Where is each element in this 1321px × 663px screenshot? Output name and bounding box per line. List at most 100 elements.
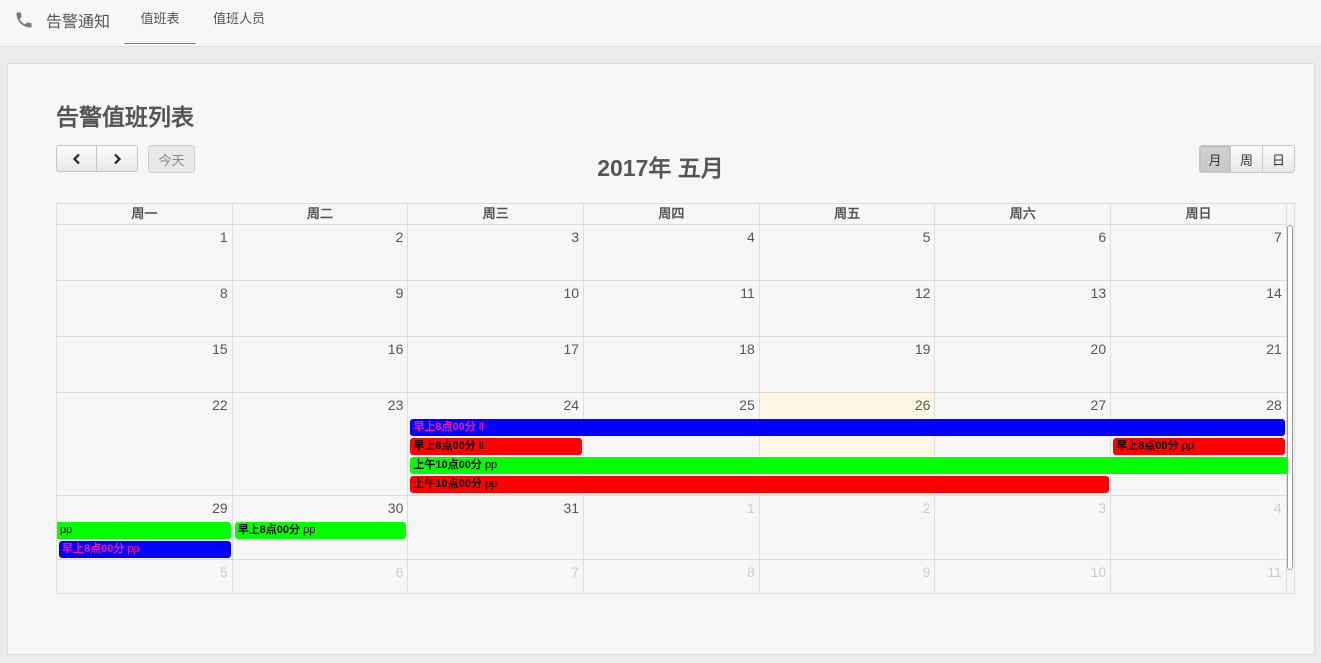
weekday-header-cell: 周五: [760, 204, 936, 224]
day-view-button[interactable]: 日: [1263, 145, 1295, 173]
calendar-day[interactable]: 18: [584, 337, 760, 392]
calendar-day[interactable]: 7: [1111, 225, 1287, 280]
day-number: 3: [1098, 500, 1107, 516]
calendar-event[interactable]: 早上8点00分 ll: [410, 419, 1285, 436]
calendar-day[interactable]: 3: [408, 225, 585, 280]
day-number: 8: [219, 285, 228, 301]
calendar-day[interactable]: 12: [760, 281, 936, 336]
day-number: 26: [914, 397, 931, 413]
calendar-day[interactable]: 31: [408, 496, 585, 559]
calendar-day[interactable]: 21: [1111, 337, 1287, 392]
day-number: 1: [746, 500, 755, 516]
app-title: 告警通知: [46, 14, 111, 31]
calendar-day[interactable]: 9: [760, 560, 936, 593]
calendar-day[interactable]: 13: [935, 281, 1112, 336]
calendar-week-row: 15 16 17 18 19 20 21: [57, 337, 1287, 393]
day-number: 9: [395, 285, 404, 301]
calendar-day[interactable]: 2: [233, 225, 409, 280]
calendar-day[interactable]: 22: [57, 393, 233, 495]
weekday-header-cell: 周六: [935, 204, 1112, 224]
event-time: 早上8点00分: [62, 543, 125, 555]
day-number: 2: [922, 500, 931, 516]
calendar-event[interactable]: 上午10点00分 pp: [410, 476, 1110, 493]
calendar-day[interactable]: 10: [935, 560, 1112, 593]
calendar-day[interactable]: 10: [408, 281, 585, 336]
calendar-day[interactable]: 2: [760, 496, 936, 559]
calendar-day[interactable]: 15: [57, 337, 233, 392]
event-title: pp: [303, 524, 316, 536]
day-number: 9: [922, 564, 931, 580]
calendar-day[interactable]: 5: [57, 560, 233, 593]
calendar-event[interactable]: pp: [57, 522, 231, 539]
calendar-day[interactable]: 17: [408, 337, 585, 392]
day-number: 5: [922, 229, 931, 245]
calendar-week-row: 5 6 7 8 9 10 11: [57, 560, 1287, 594]
calendar-day[interactable]: 9: [233, 281, 409, 336]
calendar-day[interactable]: 8: [57, 281, 233, 336]
calendar-day[interactable]: 7: [408, 560, 585, 593]
calendar-day[interactable]: 1: [584, 496, 760, 559]
day-number: 2: [395, 229, 404, 245]
day-number: 11: [1267, 564, 1282, 580]
view-button-group: 月 周 日: [1199, 145, 1295, 173]
day-number: 3: [571, 229, 580, 245]
calendar-day[interactable]: 19: [760, 337, 936, 392]
page-title: 告警值班列表: [56, 104, 194, 130]
calendar-day[interactable]: 3: [935, 496, 1112, 559]
tab-schedule[interactable]: 值班表: [124, 0, 196, 44]
calendar-event[interactable]: 上午10点00分 pp: [410, 457, 1287, 474]
phone-icon: [16, 12, 32, 28]
calendar-event[interactable]: 早上8点00分 pp: [1113, 438, 1285, 455]
calendar-day[interactable]: 8: [584, 560, 760, 593]
weekday-header-cell: 周一: [57, 204, 233, 224]
week-view-button[interactable]: 周: [1231, 145, 1263, 173]
day-number: 12: [914, 285, 931, 301]
event-title: pp: [1181, 440, 1194, 452]
calendar-day[interactable]: 16: [233, 337, 409, 392]
weekday-header: 周一 周二 周三 周四 周五 周六 周日: [57, 204, 1287, 225]
day-number: 13: [1090, 285, 1107, 301]
calendar-day[interactable]: 4: [1111, 496, 1287, 559]
day-number: 28: [1266, 397, 1282, 413]
day-number: 30: [387, 500, 404, 516]
day-number: 29: [212, 500, 228, 516]
event-title: pp: [127, 543, 140, 555]
event-time: 早上8点00分: [413, 440, 476, 452]
calendar-event[interactable]: 早上8点00分 pp: [234, 522, 407, 539]
calendar-day[interactable]: 5: [760, 225, 936, 280]
calendar-day[interactable]: 11: [1111, 560, 1287, 593]
day-number: 4: [1274, 500, 1282, 516]
day-number: 15: [212, 341, 228, 357]
month-view-button[interactable]: 月: [1199, 145, 1231, 173]
day-number: 16: [387, 341, 404, 357]
weekday-header-cell: 周日: [1111, 204, 1287, 224]
calendar-day[interactable]: 6: [233, 560, 409, 593]
day-number: 5: [219, 564, 228, 580]
calendar-scrollbar[interactable]: [1287, 225, 1293, 570]
calendar-event[interactable]: 早上8点00分 ll: [410, 438, 583, 455]
calendar-day[interactable]: 4: [584, 225, 760, 280]
day-number: 17: [563, 341, 580, 357]
calendar-day[interactable]: 1: [57, 225, 233, 280]
calendar-day[interactable]: 6: [935, 225, 1112, 280]
day-number: 18: [739, 341, 755, 357]
event-time: 早上8点00分: [237, 524, 301, 536]
calendar-day[interactable]: 23: [233, 393, 409, 495]
weekday-header-cell: 周四: [584, 204, 760, 224]
event-title: pp: [60, 524, 73, 536]
calendar-event[interactable]: 早上8点00分 pp: [59, 541, 231, 558]
day-number: 10: [563, 285, 580, 301]
brand: 告警通知: [14, 8, 110, 32]
weekday-header-cell: 周二: [233, 204, 409, 224]
top-navbar: 告警通知 值班表 值班人员: [0, 0, 1321, 47]
day-number: 7: [571, 564, 580, 580]
tab-on-duty-staff[interactable]: 值班人员: [196, 0, 282, 44]
calendar-title: 2017年 五月: [597, 155, 724, 181]
calendar-week-row: 8 9 10 11 12 13 14: [57, 281, 1287, 337]
calendar-day[interactable]: 20: [935, 337, 1112, 392]
day-number: 6: [395, 564, 404, 580]
calendar-day[interactable]: 11: [584, 281, 760, 336]
day-number: 10: [1090, 564, 1107, 580]
calendar-day[interactable]: 14: [1111, 281, 1287, 336]
day-number: 4: [746, 229, 755, 245]
